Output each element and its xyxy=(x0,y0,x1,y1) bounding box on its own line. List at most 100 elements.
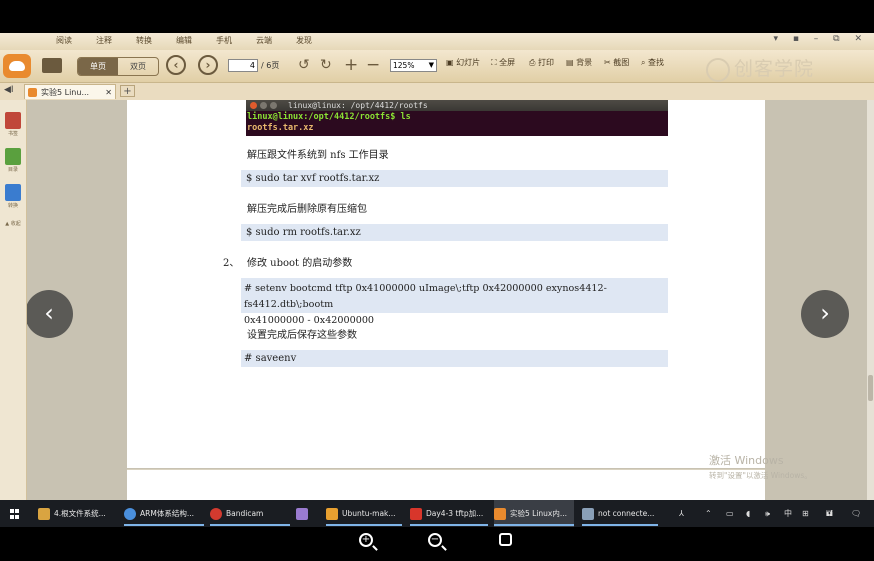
taskbar-item[interactable]: ARM体系结构... xyxy=(124,500,204,527)
command-line: # setenv bootcmd tftp 0x41000000 uImage\… xyxy=(244,283,607,310)
user-icon[interactable]: ⅄ xyxy=(679,500,684,527)
taskbar-item[interactable]: Ubuntu-mak... xyxy=(326,500,402,527)
menu-discover[interactable]: 发现 xyxy=(296,35,312,46)
menu-read[interactable]: 阅读 xyxy=(56,35,72,46)
document-tab-title: 实验5 Linu... xyxy=(41,88,90,97)
taskbar-item[interactable]: 4.根文件系统... xyxy=(38,500,118,527)
menu-convert[interactable]: 转换 xyxy=(136,35,152,46)
page-total: / 6页 xyxy=(261,61,280,70)
action-center-icon[interactable]: 🗨 xyxy=(851,500,861,527)
bandicam-icon xyxy=(210,508,222,520)
fullscreen-label: 全屏 xyxy=(499,58,516,67)
zoom-out-icon[interactable]: − xyxy=(428,533,442,547)
window-controls[interactable]: ▾ ▪ – ⧉ ✕ xyxy=(773,34,868,44)
zoom-select[interactable]: 125% ▼ xyxy=(390,59,437,72)
taskbar-item[interactable] xyxy=(296,500,318,527)
sidebar-label: 转换 xyxy=(7,203,18,209)
find-button[interactable]: ⌕ 查找 xyxy=(641,57,664,68)
notification-app-icon[interactable]: 🖬 xyxy=(826,500,833,527)
sidebar-item-toc[interactable]: 目录 xyxy=(4,148,22,173)
brand-watermark: 创客学院 xyxy=(706,54,814,82)
app-logo-icon xyxy=(3,54,31,78)
print-label: 打印 xyxy=(537,58,554,67)
rotate-left-icon[interactable]: ↺ xyxy=(298,57,310,73)
taskbar-item-label: Bandicam xyxy=(226,509,264,518)
print-icon: ⎙ xyxy=(529,58,536,67)
zoom-out-icon[interactable]: − xyxy=(366,57,380,74)
screenshot-button[interactable]: ✂ 截图 xyxy=(604,57,629,68)
taskbar-item[interactable]: Day4-3 tftp加... xyxy=(410,500,488,527)
sidebar-item-convert[interactable]: 转换 xyxy=(4,184,22,209)
chevron-up-icon[interactable]: ⌃ xyxy=(705,500,712,527)
sidebar-item-bookmarks[interactable]: 书签 xyxy=(4,112,22,137)
taskbar-item-label: Day4-3 tftp加... xyxy=(426,509,484,518)
slideshow-button[interactable]: ▣ 幻灯片 xyxy=(446,57,480,68)
video-icon xyxy=(410,508,422,520)
toc-icon xyxy=(5,148,21,165)
close-tab-icon[interactable]: ✕ xyxy=(105,85,112,100)
rotate-right-icon[interactable]: ↻ xyxy=(320,57,332,73)
sidebar-collapse[interactable]: ▲ 收起 xyxy=(4,220,22,227)
next-page-icon[interactable]: › xyxy=(198,55,218,75)
double-page-button[interactable]: 双页 xyxy=(118,58,158,75)
sidebar-label: ▲ 收起 xyxy=(5,221,21,227)
menu-bar: 阅读 注释 转换 编辑 手机 云端 发现 ▾ ▪ – ⧉ ✕ xyxy=(0,33,874,50)
single-page-button[interactable]: 单页 xyxy=(78,58,118,75)
folder-icon xyxy=(38,508,50,520)
taskbar-item[interactable]: Bandicam xyxy=(210,500,290,527)
input-language[interactable]: 中 xyxy=(784,500,792,527)
vertical-scrollbar[interactable] xyxy=(867,100,874,500)
menu-annotate[interactable]: 注释 xyxy=(96,35,112,46)
page-number-input[interactable]: 4 xyxy=(228,59,258,72)
zoom-in-icon[interactable]: + xyxy=(344,57,358,74)
paragraph: 解压跟文件系统到 nfs 工作目录 xyxy=(247,150,389,161)
menu-mobile[interactable]: 手机 xyxy=(216,35,232,46)
app-icon xyxy=(296,508,308,520)
volume-icon[interactable]: 🕪 xyxy=(765,500,770,527)
terminal-titlebar: linux@linux: /opt/4412/rootfs xyxy=(246,100,668,111)
toolbar: 单页 双页 ‹ › 4 / 6页 ↺ ↻ + − 125% ▼ ▣ 幻灯片 ⛶ 全… xyxy=(0,50,874,83)
print-button[interactable]: ⎙ 打印 xyxy=(529,57,554,68)
collapse-sidebar-icon[interactable]: ◀I xyxy=(4,85,14,95)
terminal-prompt: linux@linux:/opt/4412/rootfs$ ls xyxy=(247,112,411,122)
document-viewer[interactable]: linux@linux: /opt/4412/rootfs linux@linu… xyxy=(27,100,867,500)
taskbar-item[interactable]: not connecte... xyxy=(582,500,658,527)
sidebar-label: 目录 xyxy=(7,167,18,173)
fullscreen-icon: ⛶ xyxy=(491,58,497,67)
fullscreen-button[interactable]: ⛶ 全屏 xyxy=(491,57,515,68)
rotate-icon[interactable] xyxy=(499,533,512,546)
next-page-button[interactable]: › xyxy=(801,290,849,338)
background-icon: ▤ xyxy=(566,58,574,67)
bookmark-icon xyxy=(5,112,21,129)
windows-activation-watermark: 激活 Windows 转到"设置"以激活 Windows。 xyxy=(709,453,812,483)
pdf-file-icon xyxy=(28,88,37,97)
prev-page-icon[interactable]: ‹ xyxy=(166,55,186,75)
windows-start-icon[interactable] xyxy=(10,509,20,519)
document-tab[interactable]: 实验5 Linu... ✕ xyxy=(24,84,116,99)
menu-edit[interactable]: 编辑 xyxy=(176,35,192,46)
chevron-right-icon: › xyxy=(820,299,830,327)
maximize-icon xyxy=(270,102,277,109)
scrollbar-thumb[interactable] xyxy=(868,375,873,401)
taskbar-item-label: 4.根文件系统... xyxy=(54,509,106,518)
paragraph: 解压完成后删除原有压缩包 xyxy=(247,204,367,215)
battery-icon[interactable]: ▭ xyxy=(726,500,734,527)
menu-cloud[interactable]: 云端 xyxy=(256,35,272,46)
minimize-icon xyxy=(260,102,267,109)
step-heading: 修改 uboot 的启动参数 xyxy=(247,258,353,269)
taskbar-item-active[interactable]: 实验5 Linux内... xyxy=(494,500,574,527)
ime-icon[interactable]: ⊞ xyxy=(802,500,809,527)
close-icon xyxy=(250,102,257,109)
open-folder-icon[interactable] xyxy=(42,58,62,73)
prev-page-button[interactable]: ‹ xyxy=(27,290,73,338)
taskbar-item-label: ARM体系结构... xyxy=(140,509,194,518)
zoom-in-icon[interactable]: + xyxy=(359,533,373,547)
command-box: $ sudo rm rootfs.tar.xz xyxy=(241,224,668,241)
slideshow-icon: ▣ xyxy=(446,58,454,67)
background-button[interactable]: ▤ 背景 xyxy=(566,57,592,68)
windows-taskbar: 4.根文件系统... ARM体系结构... Bandicam Ubuntu-ma… xyxy=(0,500,874,527)
new-tab-button[interactable]: + xyxy=(120,85,135,97)
step-number: 2、 xyxy=(223,258,240,269)
pdf-page: linux@linux: /opt/4412/rootfs linux@linu… xyxy=(127,100,765,468)
network-status-icon[interactable]: ◖ xyxy=(746,500,750,527)
